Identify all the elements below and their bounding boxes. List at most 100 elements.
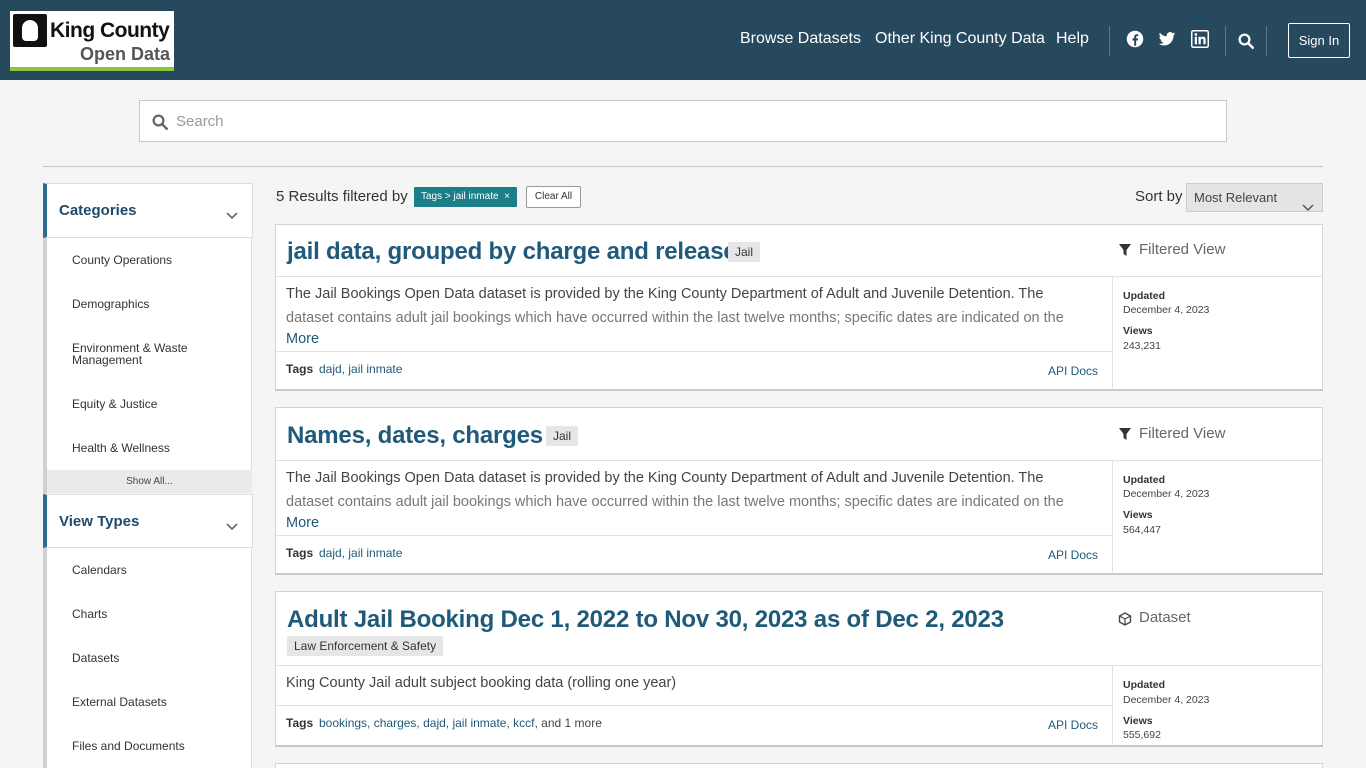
tag-link[interactable]: charges [374, 716, 417, 730]
sort-select[interactable]: Most Relevant [1186, 183, 1323, 212]
close-icon[interactable]: × [504, 191, 510, 202]
sidebar-item-files-documents[interactable]: Files and Documents [72, 740, 232, 752]
tags-label: Tags [286, 362, 314, 376]
more-link[interactable]: More [286, 331, 319, 347]
result-card: jail data, grouped by charge and release… [275, 224, 1323, 391]
chevron-down-icon[interactable] [226, 518, 238, 531]
sidebar-item-health-wellness[interactable]: Health & Wellness [72, 442, 232, 454]
tag-link[interactable]: jail inmate [348, 362, 402, 376]
view-types-header[interactable]: View Types [43, 494, 253, 548]
sort-value: Most Relevant [1194, 190, 1278, 205]
search-bar[interactable] [139, 100, 1227, 142]
views-label: Views [1123, 325, 1153, 337]
mlk-portrait-icon [13, 14, 47, 47]
dataset-icon [1118, 612, 1132, 626]
views-count: 555,692 [1123, 729, 1161, 741]
sidebar-item-demographics[interactable]: Demographics [72, 298, 232, 310]
facebook-icon[interactable] [1126, 30, 1144, 48]
updated-date: December 4, 2023 [1123, 304, 1210, 316]
updated-label: Updated [1123, 290, 1165, 302]
views-label: Views [1123, 509, 1153, 521]
clear-all-button[interactable]: Clear All [526, 186, 581, 208]
divider [276, 460, 1322, 461]
category-badge[interactable]: Law Enforcement & Safety [287, 636, 444, 656]
result-title-link[interactable]: Adult Jail Booking Dec 1, 2022 to Nov 30… [287, 606, 1004, 634]
linkedin-icon[interactable] [1191, 30, 1209, 48]
chevron-down-icon[interactable] [226, 207, 238, 220]
category-badge[interactable]: Jail [546, 426, 579, 446]
divider [276, 665, 1322, 666]
view-type-label: Filtered View [1139, 425, 1226, 442]
show-all-categories-link[interactable]: Show All... [47, 470, 252, 493]
sidebar-item-equity-justice[interactable]: Equity & Justice [72, 398, 232, 410]
result-description: The Jail Bookings Open Data dataset is p… [286, 282, 1102, 330]
tag-link[interactable]: jail inmate [452, 716, 506, 730]
result-description: The Jail Bookings Open Data dataset is p… [286, 466, 1102, 514]
result-card: Names, dates, charges Jail Filtered View… [275, 407, 1323, 575]
twitter-icon[interactable] [1158, 30, 1176, 48]
divider [1112, 460, 1113, 574]
tags-list: bookings, charges, dajd, jail inmate, kc… [319, 716, 602, 730]
tags-label: Tags [286, 716, 314, 730]
result-card: Adult Jail Booking Dec 1, 2022 to Nov 30… [275, 591, 1323, 747]
sign-in-button[interactable]: Sign In [1288, 23, 1350, 58]
tags-more[interactable]: , and 1 more [535, 716, 602, 730]
api-docs-link[interactable]: API Docs [1048, 364, 1098, 378]
more-link[interactable]: More [286, 515, 319, 531]
nav-browse-datasets[interactable]: Browse Datasets [740, 30, 861, 48]
tag-link[interactable]: jail inmate [348, 546, 402, 560]
api-docs-link[interactable]: API Docs [1048, 548, 1098, 562]
sidebar-item-external-datasets[interactable]: External Datasets [72, 696, 232, 708]
nav-divider [1109, 26, 1110, 56]
filter-icon [1118, 427, 1132, 441]
divider [1112, 665, 1113, 746]
nav-other-data[interactable]: Other King County Data [875, 30, 1045, 48]
view-type-label: Filtered View [1139, 241, 1226, 258]
result-title-link[interactable]: jail data, grouped by charge and release [287, 238, 737, 266]
tags-list: dajd, jail inmate [319, 546, 403, 560]
divider [276, 351, 1112, 352]
divider [276, 276, 1322, 277]
categories-header[interactable]: Categories [43, 183, 253, 238]
sidebar-item-charts[interactable]: Charts [72, 608, 232, 620]
filter-icon [1118, 243, 1132, 257]
tag-link[interactable]: dajd [319, 362, 342, 376]
tag-link[interactable]: kccf [513, 716, 534, 730]
categories-title: Categories [59, 202, 137, 219]
result-card [275, 763, 1323, 768]
views-count: 564,447 [1123, 524, 1161, 536]
sidebar-item-environment[interactable]: Environment & Waste Management [72, 342, 232, 366]
sidebar-item-calendars[interactable]: Calendars [72, 564, 232, 576]
views-count: 243,231 [1123, 340, 1161, 352]
search-icon[interactable] [1237, 32, 1255, 50]
active-filter-pill[interactable]: Tags > jail inmate × [414, 187, 517, 207]
description-line: dataset contains adult jail bookings whi… [286, 494, 1064, 510]
updated-date: December 4, 2023 [1123, 694, 1210, 706]
tags-label: Tags [286, 546, 314, 560]
nav-divider [1266, 26, 1267, 56]
king-county-logo[interactable]: King County Open Data [10, 11, 174, 71]
sidebar-item-datasets[interactable]: Datasets [72, 652, 232, 664]
tag-link[interactable]: dajd [319, 546, 342, 560]
tag-link[interactable]: bookings [319, 716, 367, 730]
view-types-list: Calendars Charts Datasets External Datas… [47, 548, 252, 768]
updated-date: December 4, 2023 [1123, 488, 1210, 500]
divider [276, 705, 1112, 706]
tag-link[interactable]: dajd [423, 716, 446, 730]
nav-divider [1225, 26, 1226, 56]
chevron-down-icon [1302, 194, 1314, 212]
sort-label: Sort by [1135, 188, 1183, 205]
search-icon [151, 113, 169, 131]
updated-label: Updated [1123, 474, 1165, 486]
description-line: dataset contains adult jail bookings whi… [286, 310, 1064, 326]
categories-list: County Operations Demographics Environme… [47, 238, 252, 470]
search-input[interactable] [176, 109, 1216, 133]
category-badge[interactable]: Jail [728, 242, 761, 262]
api-docs-link[interactable]: API Docs [1048, 718, 1098, 732]
filter-pill-label: Tags > jail inmate [421, 191, 499, 202]
result-title-link[interactable]: Names, dates, charges [287, 422, 543, 450]
views-label: Views [1123, 715, 1153, 727]
results-count: 5 Results filtered by [276, 188, 408, 205]
sidebar-item-county-operations[interactable]: County Operations [72, 254, 232, 266]
nav-help[interactable]: Help [1056, 30, 1089, 48]
